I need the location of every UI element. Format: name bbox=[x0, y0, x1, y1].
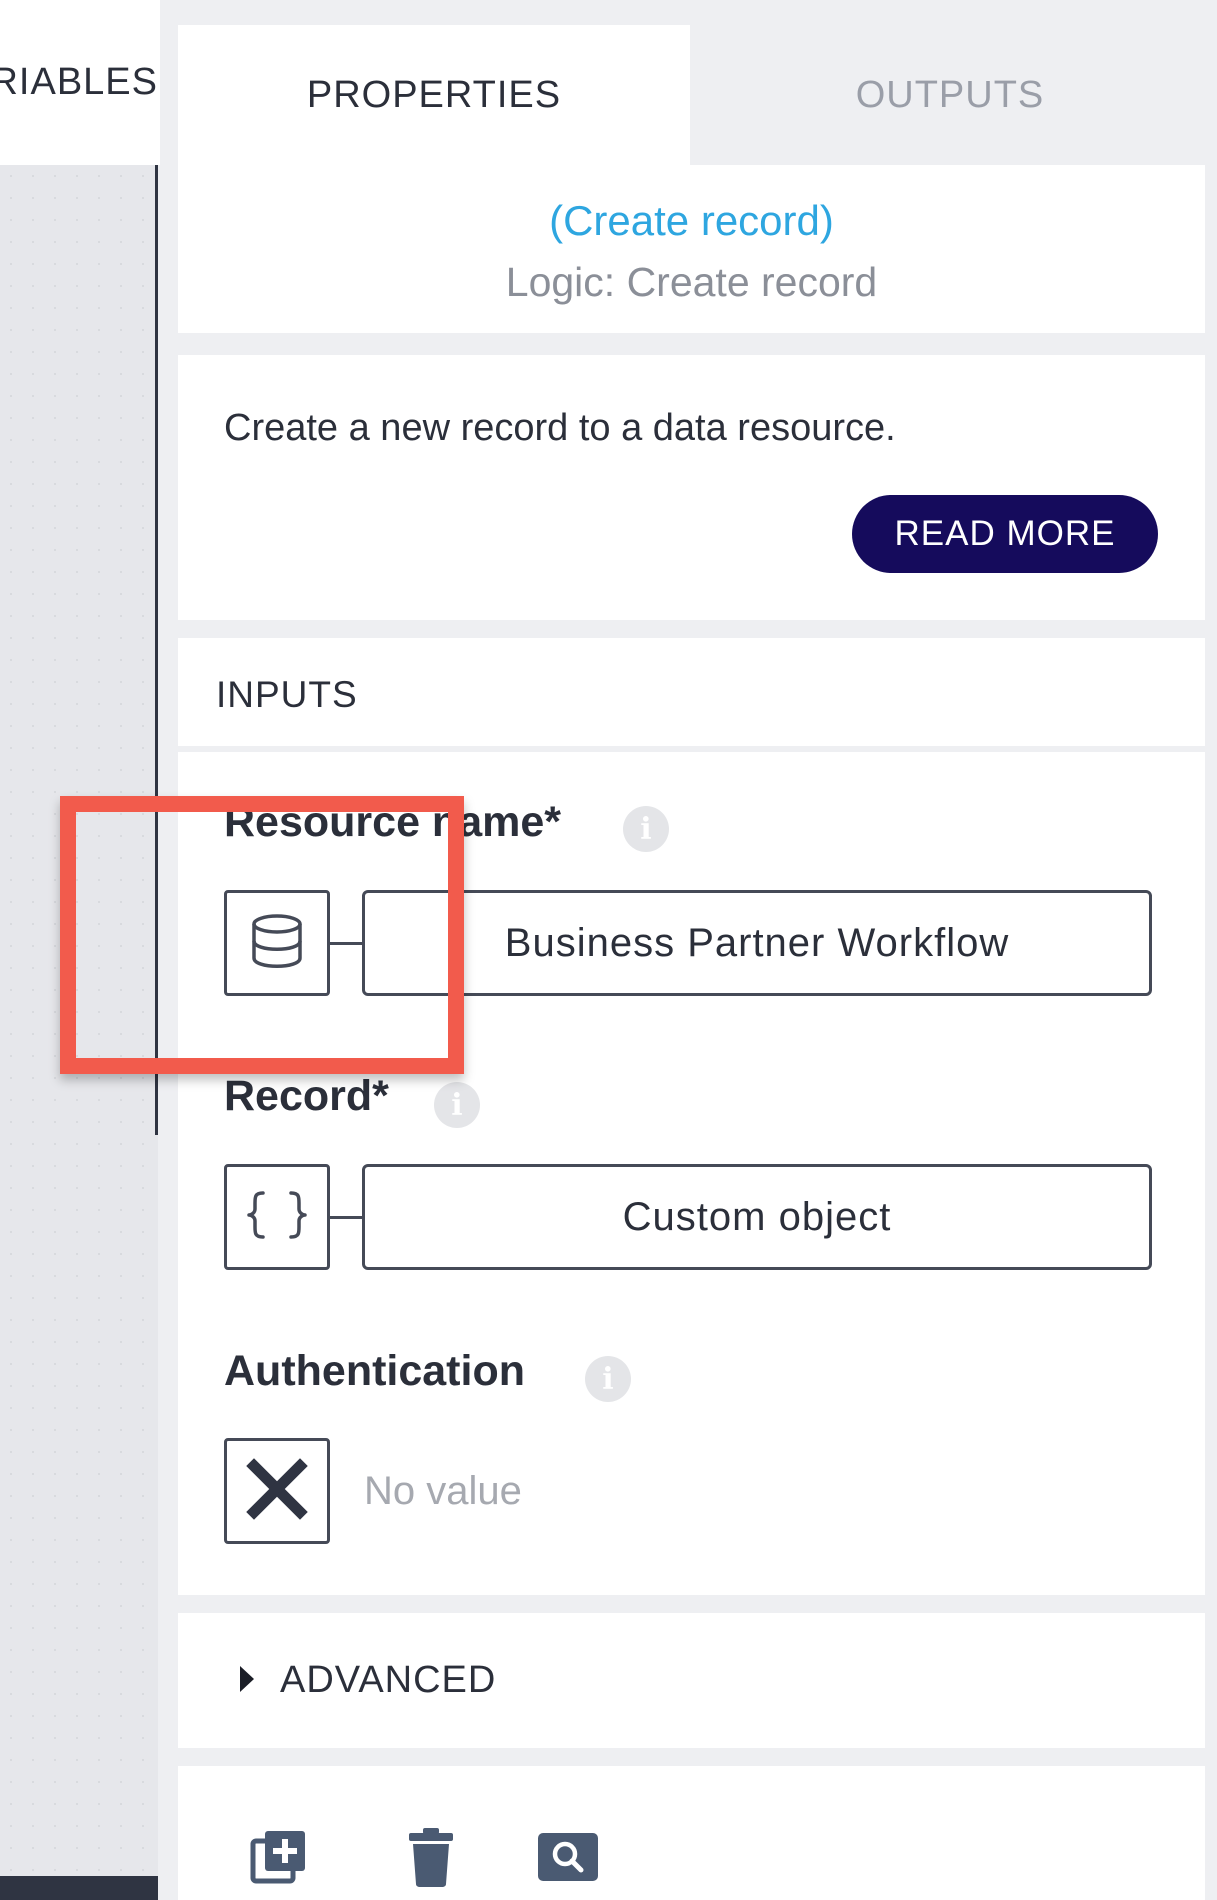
tab-variables-label: RIABLES bbox=[0, 61, 158, 103]
field-connector bbox=[330, 942, 362, 945]
advanced-label: ADVANCED bbox=[280, 1659, 497, 1701]
resource-name-field[interactable]: Business Partner Workflow bbox=[362, 890, 1152, 996]
create-record-link[interactable]: (Create record) bbox=[178, 197, 1205, 245]
advanced-toggle[interactable]: ADVANCED bbox=[178, 1613, 1205, 1748]
read-more-button[interactable]: READ MORE bbox=[852, 495, 1158, 573]
record-type-button[interactable] bbox=[224, 1164, 330, 1270]
x-icon bbox=[244, 1456, 310, 1527]
node-toolbar bbox=[178, 1766, 1205, 1900]
canvas-divider bbox=[155, 165, 158, 1135]
braces-icon bbox=[245, 1187, 309, 1248]
tab-variables[interactable]: RIABLES bbox=[0, 0, 160, 165]
properties-header: (Create record) Logic: Create record bbox=[178, 165, 1205, 333]
tab-properties[interactable]: PROPERTIES bbox=[178, 25, 690, 165]
info-icon[interactable]: i bbox=[434, 1082, 480, 1128]
inputs-card: Resource name* i Business Partner Workfl… bbox=[178, 752, 1205, 1595]
description-card: Create a new record to a data resource. … bbox=[178, 355, 1205, 620]
canvas-bottom-bar bbox=[0, 1876, 158, 1900]
search-icon bbox=[536, 1831, 600, 1888]
authentication-value[interactable]: No value bbox=[364, 1469, 522, 1514]
resource-name-label: Resource name* bbox=[224, 798, 561, 846]
authentication-type-button[interactable] bbox=[224, 1438, 330, 1544]
duplicate-icon bbox=[249, 1827, 309, 1892]
caret-right-icon bbox=[240, 1666, 254, 1692]
inspect-button[interactable] bbox=[528, 1826, 608, 1892]
record-field[interactable]: Custom object bbox=[362, 1164, 1152, 1270]
duplicate-button[interactable] bbox=[246, 1826, 312, 1892]
field-connector bbox=[330, 1216, 362, 1219]
tab-properties-label: PROPERTIES bbox=[306, 73, 562, 116]
info-icon[interactable]: i bbox=[623, 806, 669, 852]
logic-subtitle: Logic: Create record bbox=[505, 259, 878, 305]
resource-type-button[interactable] bbox=[224, 890, 330, 996]
trash-icon bbox=[405, 1826, 457, 1893]
tab-outputs-label: OUTPUTS bbox=[855, 73, 1045, 116]
delete-button[interactable] bbox=[398, 1826, 464, 1892]
database-icon bbox=[246, 910, 308, 977]
inputs-heading: INPUTS bbox=[216, 674, 358, 715]
inputs-section-header: INPUTS bbox=[178, 638, 1205, 746]
canvas-area[interactable] bbox=[0, 165, 158, 1900]
record-label: Record* bbox=[224, 1072, 389, 1120]
tab-outputs[interactable]: OUTPUTS bbox=[730, 25, 1170, 165]
info-icon[interactable]: i bbox=[585, 1356, 631, 1402]
description-text: Create a new record to a data resource. bbox=[224, 407, 896, 449]
authentication-label: Authentication bbox=[224, 1347, 525, 1395]
